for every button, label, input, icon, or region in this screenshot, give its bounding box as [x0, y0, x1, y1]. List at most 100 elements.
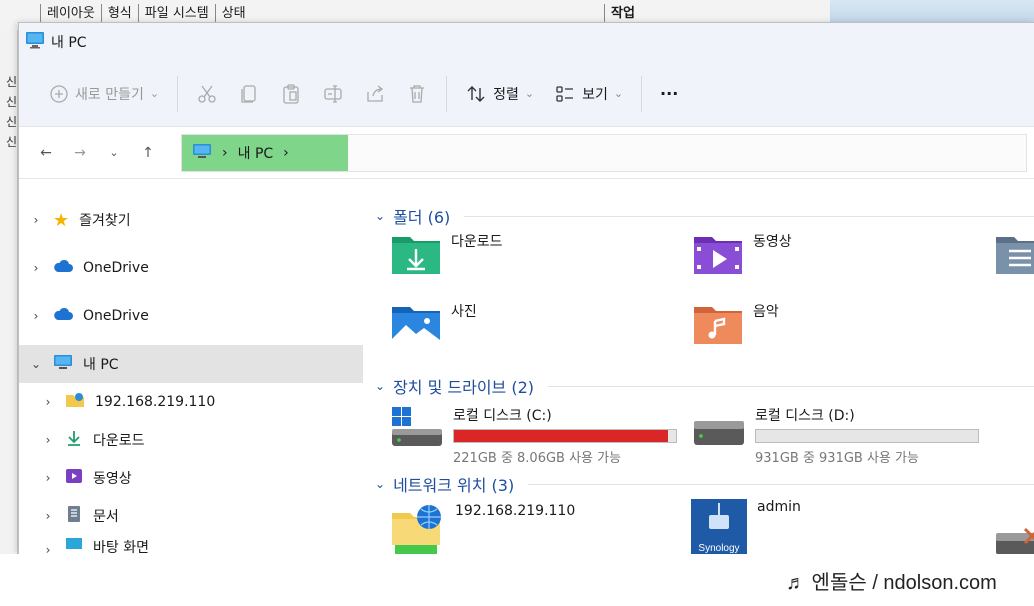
- sort-label: 정렬: [493, 86, 519, 103]
- nav-item-this-pc[interactable]: ⌄ 내 PC: [19, 345, 363, 383]
- network-grid: 192.168.219.110 Synology admin: [375, 499, 1034, 555]
- downloads-folder-icon: [391, 231, 441, 279]
- cut-button[interactable]: [186, 74, 228, 114]
- network-location-admin[interactable]: Synology admin: [691, 499, 801, 555]
- nav-item-downloads[interactable]: › 다운로드: [19, 421, 363, 459]
- network-folder-globe-icon: [391, 503, 445, 555]
- nav-item-label: 다운로드: [93, 433, 145, 449]
- drive-c[interactable]: 로컬 디스크 (C:) 221GB 중 8.06GB 사용 가능: [391, 405, 677, 466]
- drive-usage-fill: [454, 430, 668, 442]
- chevron-right-icon[interactable]: ›: [29, 309, 43, 323]
- delete-button[interactable]: [396, 74, 438, 114]
- recent-locations-button[interactable]: ⌄: [97, 136, 131, 170]
- toolbar-divider: [641, 75, 643, 112]
- nav-item-network-drive[interactable]: › 192.168.219.110: [19, 383, 363, 421]
- monitor-icon: [192, 142, 212, 164]
- forward-button[interactable]: →: [63, 136, 97, 170]
- section-header-network[interactable]: ⌄ 네트워크 위치 (3): [375, 469, 1034, 499]
- nav-item-documents[interactable]: › 문서: [19, 497, 363, 535]
- address-bar[interactable]: › 내 PC ›: [181, 133, 1027, 172]
- clipboard-icon: [280, 83, 302, 105]
- view-button[interactable]: 보기 ⌄: [544, 74, 633, 114]
- nav-item-label: 동영상: [93, 471, 132, 487]
- network-location-3-partial[interactable]: [995, 523, 1034, 555]
- chevron-right-icon[interactable]: ›: [41, 433, 55, 447]
- paste-button[interactable]: [270, 74, 312, 114]
- video-icon: [65, 467, 83, 489]
- star-icon: ★: [53, 209, 70, 231]
- drive-space-text: 221GB 중 8.06GB 사용 가능: [453, 451, 622, 466]
- up-button[interactable]: ↑: [131, 136, 165, 170]
- bg-row: 신: [6, 135, 18, 149]
- folder-documents-partial[interactable]: [995, 231, 1034, 279]
- svg-text:Synology: Synology: [698, 543, 739, 554]
- chevron-right-icon[interactable]: ›: [41, 395, 55, 409]
- documents-folder-icon: [995, 231, 1034, 279]
- arrow-up-icon: ↑: [142, 144, 154, 161]
- chevron-down-icon: ⌄: [375, 379, 386, 393]
- command-bar: 새로 만들기 ⌄ 정렬 ⌄ 보기 ⌄ ···: [19, 61, 1034, 127]
- folder-music[interactable]: 음악: [693, 301, 779, 349]
- music-folder-icon: [693, 301, 743, 349]
- chevron-right-icon[interactable]: ›: [41, 471, 55, 485]
- nav-item-label: OneDrive: [83, 260, 149, 276]
- cloud-icon: [53, 307, 73, 325]
- folder-label: 다운로드: [451, 234, 503, 250]
- address-row: ← → ⌄ ↑ › 내 PC ›: [19, 127, 1034, 179]
- folder-pictures[interactable]: 사진: [391, 301, 477, 349]
- nav-item-videos[interactable]: › 동영상: [19, 459, 363, 497]
- section-header-folders[interactable]: ⌄ 폴더 (6): [375, 201, 1034, 231]
- drive-usage-bar: [453, 429, 677, 443]
- back-button[interactable]: ←: [29, 136, 63, 170]
- arrow-left-icon: ←: [40, 144, 52, 161]
- more-label: ···: [660, 84, 679, 103]
- nav-item-label: OneDrive: [83, 308, 149, 324]
- breadcrumb-separator: ›: [283, 144, 289, 161]
- folder-downloads[interactable]: 다운로드: [391, 231, 503, 279]
- section-title: 장치 및 드라이브 (2): [393, 378, 535, 397]
- nav-item-label: 192.168.219.110: [95, 394, 216, 410]
- chevron-down-icon[interactable]: ⌄: [29, 357, 43, 371]
- rename-icon: [322, 83, 344, 105]
- network-location-nas[interactable]: 192.168.219.110: [391, 503, 575, 555]
- toolbar-divider: [446, 75, 448, 112]
- folder-videos[interactable]: 동영상: [693, 231, 792, 279]
- chevron-right-icon[interactable]: ›: [29, 261, 43, 275]
- more-options-button[interactable]: ···: [650, 74, 688, 114]
- rename-button[interactable]: [312, 74, 354, 114]
- folder-label: 동영상: [753, 234, 792, 250]
- videos-folder-icon: [693, 231, 743, 279]
- bg-col-filesystem: 파일 시스템: [137, 4, 215, 24]
- chevron-down-icon: ⌄: [149, 87, 160, 100]
- breadcrumb-this-pc[interactable]: 내 PC: [238, 143, 274, 163]
- arrow-right-icon: →: [74, 144, 86, 161]
- content-pane: ⌄ 폴더 (6) 다운로드 동영상 사진 음악 ⌄ 장치 및 드라이브 (2) …: [363, 179, 1034, 555]
- drive-label: 로컬 디스크 (C:): [453, 408, 552, 424]
- background-left-strip: 신 신 신 신: [0, 30, 18, 554]
- watermark: ♬ 엔돌슨 / ndolson.com: [786, 572, 997, 594]
- bg-row: 신: [6, 115, 18, 129]
- new-button[interactable]: 새로 만들기 ⌄: [39, 74, 169, 114]
- share-button[interactable]: [354, 74, 396, 114]
- copy-button[interactable]: [228, 74, 270, 114]
- sort-button[interactable]: 정렬 ⌄: [455, 74, 544, 114]
- folder-label: 음악: [753, 304, 779, 320]
- nav-item-favorites[interactable]: › ★ 즐겨찾기: [19, 201, 363, 239]
- drive-d[interactable]: 로컬 디스크 (D:) 931GB 중 931GB 사용 가능: [693, 405, 979, 466]
- download-icon: [65, 429, 83, 451]
- folder-label: 사진: [451, 304, 477, 320]
- title-bar[interactable]: 내 PC: [19, 23, 1034, 61]
- chevron-right-icon[interactable]: ›: [29, 213, 43, 227]
- network-label: 192.168.219.110: [455, 503, 576, 519]
- plus-circle-icon: [49, 84, 69, 104]
- section-header-drives[interactable]: ⌄ 장치 및 드라이브 (2): [375, 371, 1034, 401]
- sort-arrows-icon: [465, 83, 487, 105]
- chevron-down-icon: ⌄: [524, 87, 535, 100]
- chevron-down-icon: ⌄: [109, 146, 119, 159]
- nav-item-onedrive[interactable]: › OneDrive: [19, 249, 363, 287]
- chevron-right-icon[interactable]: ›: [41, 509, 55, 523]
- synology-icon: Synology: [691, 499, 747, 555]
- nav-item-label: 즐겨찾기: [79, 213, 131, 229]
- nav-item-onedrive-2[interactable]: › OneDrive: [19, 297, 363, 335]
- drive-space-text: 931GB 중 931GB 사용 가능: [755, 451, 919, 466]
